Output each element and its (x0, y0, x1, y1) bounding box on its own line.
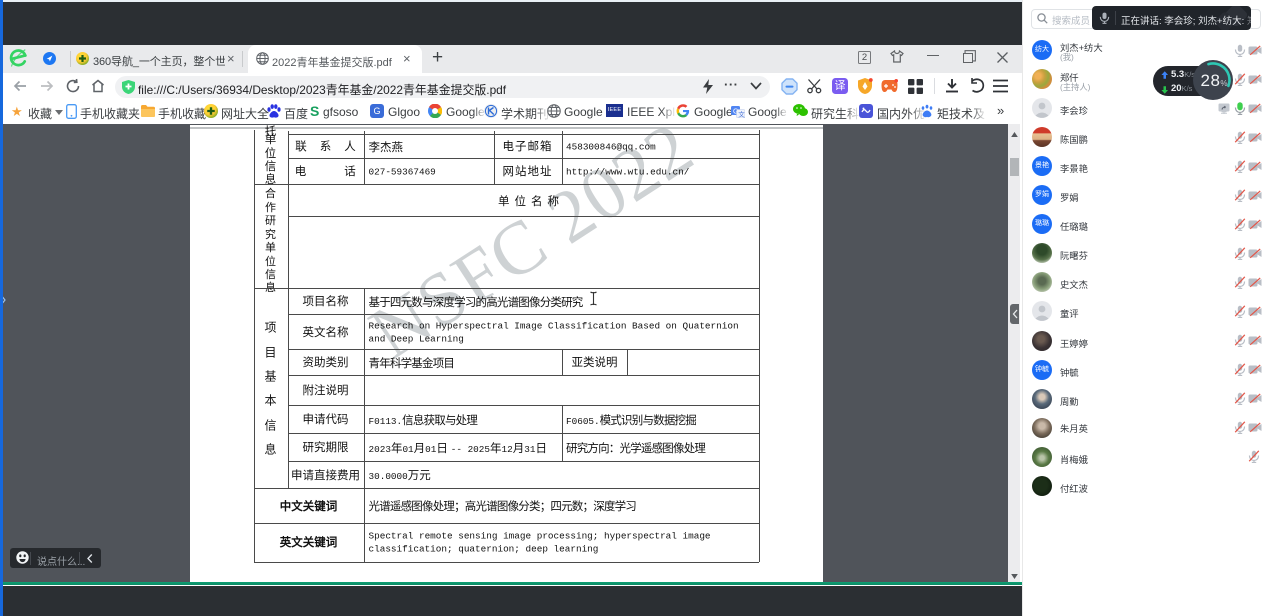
svg-text:文: 文 (738, 109, 745, 118)
